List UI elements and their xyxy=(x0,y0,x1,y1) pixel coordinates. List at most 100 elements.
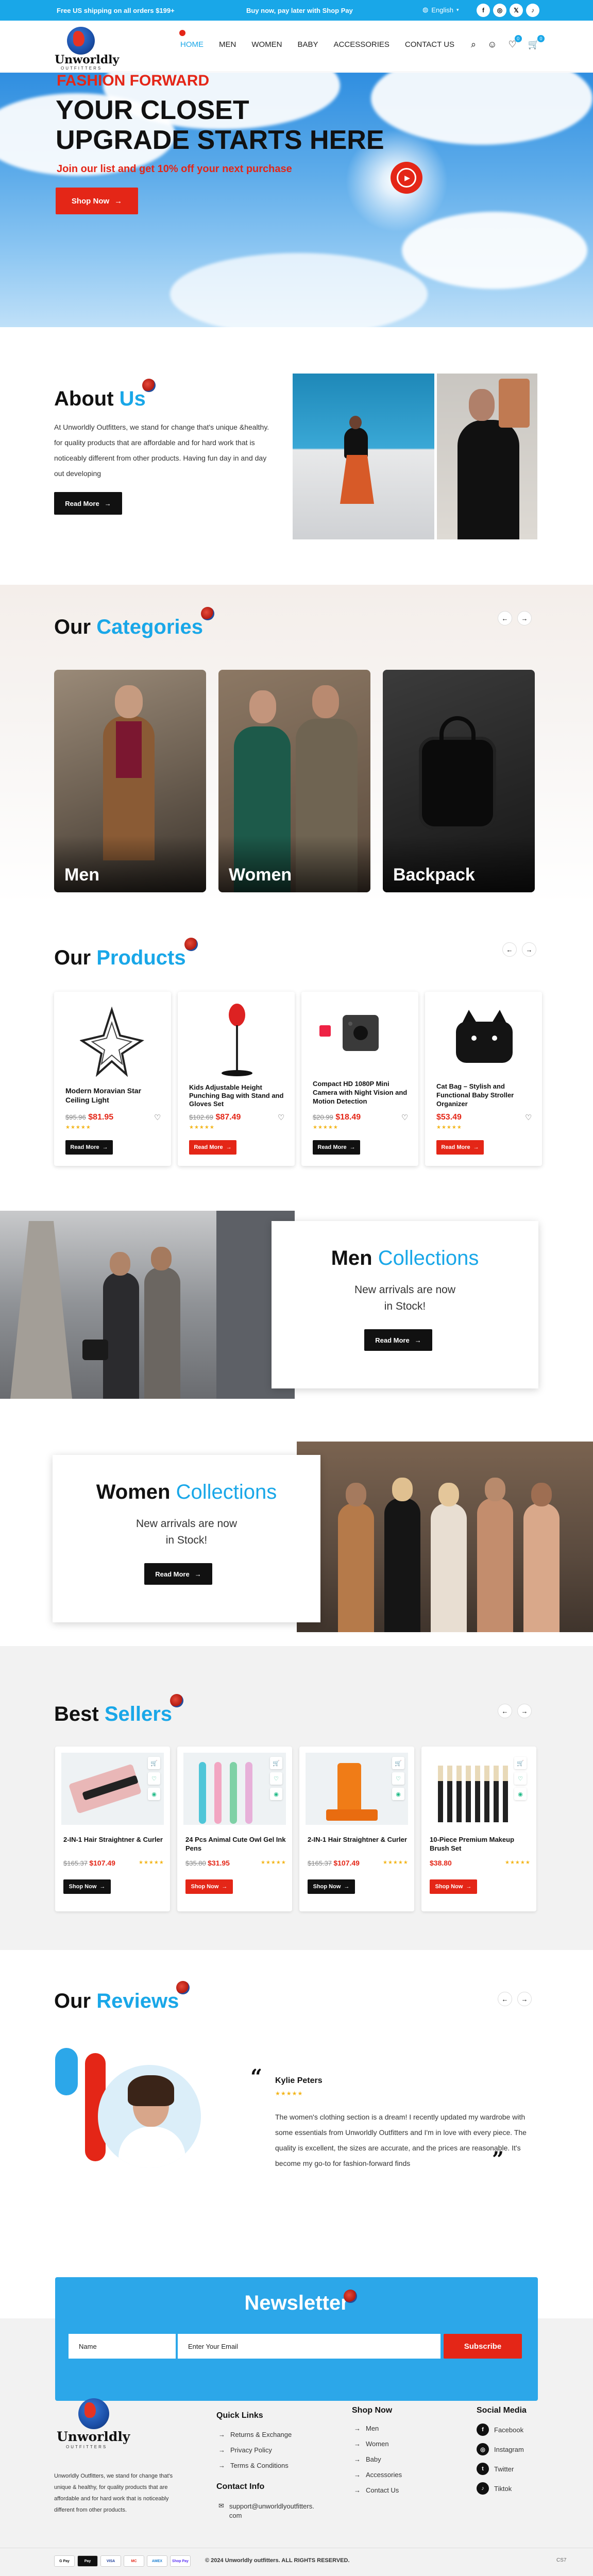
men-read-more-button[interactable]: Read More → xyxy=(364,1329,432,1351)
product-name: Modern Moravian Star Ceiling Light xyxy=(65,1087,142,1104)
language-selector[interactable]: ◍ English ▾ xyxy=(422,6,459,14)
shop-now-button[interactable]: Shop Now → xyxy=(185,1879,233,1894)
product-card[interactable]: Kids Adjustable Height Punching Bag with… xyxy=(178,992,295,1166)
eye-icon[interactable]: ◉ xyxy=(514,1788,527,1800)
women-collection-photo xyxy=(297,1442,593,1632)
nav-home[interactable]: HOME xyxy=(180,40,204,49)
footer-email-link[interactable]: ✉ support@unworldlyoutfitters.com xyxy=(218,2502,316,2520)
cart-icon[interactable]: 🛒 xyxy=(514,1757,527,1769)
categories-next-button[interactable]: → xyxy=(517,611,532,625)
wishlist-count: 0 xyxy=(514,35,522,42)
best-seller-card[interactable]: 🛒 ♡ ◉ 10-Piece Premium Makeup Brush Set … xyxy=(421,1747,536,1911)
footer-link[interactable]: → Terms & Conditions xyxy=(218,2462,289,2469)
product-card[interactable]: Cat Bag – Stylish and Functional Baby St… xyxy=(425,992,542,1166)
category-card-men[interactable]: Men xyxy=(54,670,206,892)
footer-link[interactable]: → Women xyxy=(354,2440,389,2448)
footer-link[interactable]: → Baby xyxy=(354,2455,381,2463)
heart-icon[interactable]: ♡ xyxy=(525,1113,532,1122)
women-read-more-button[interactable]: Read More → xyxy=(144,1563,212,1585)
heart-icon[interactable]: ♡ xyxy=(514,1772,527,1785)
heart-icon[interactable]: ♡ xyxy=(270,1772,282,1785)
footer-social-link[interactable]: ◎ Instagram xyxy=(477,2443,524,2455)
name-input[interactable]: Name xyxy=(69,2334,176,2359)
nav-men[interactable]: MEN xyxy=(219,40,236,49)
product-image-mini-camera xyxy=(319,1015,379,1051)
categories-prev-button[interactable]: ← xyxy=(498,611,512,625)
footer-social-link[interactable]: t Twitter xyxy=(477,2463,514,2475)
user-icon[interactable]: ☺ xyxy=(487,39,497,50)
heart-icon[interactable]: ♡ xyxy=(148,1772,160,1785)
product-card[interactable]: Modern Moravian Star Ceiling Light $95.9… xyxy=(54,992,171,1166)
nav-baby[interactable]: BABY xyxy=(298,40,318,49)
rating-stars: ★★★★★ xyxy=(313,1125,338,1130)
cart-icon[interactable]: 🛒 0 xyxy=(528,35,545,50)
reviews-next-button[interactable]: → xyxy=(517,1992,532,2006)
rating-stars: ★★★★★ xyxy=(261,1860,286,1866)
logo-name[interactable]: Unworldly xyxy=(55,53,119,66)
heart-icon[interactable]: ♡ xyxy=(401,1113,408,1122)
shop-now-button[interactable]: Shop Now → xyxy=(430,1879,477,1894)
product-card[interactable]: Compact HD 1080P Mini Camera with Night … xyxy=(301,992,418,1166)
subscribe-button[interactable]: Subscribe xyxy=(444,2334,522,2359)
about-read-more-button[interactable]: Read More → xyxy=(54,492,122,515)
best-sellers-next-button[interactable]: → xyxy=(517,1704,532,1718)
product-image-orange-jack: 🛒 ♡ ◉ xyxy=(306,1753,408,1825)
best-seller-card[interactable]: 🛒 ♡ ◉ 2-IN-1 Hair Straightner & Curler $… xyxy=(299,1747,414,1911)
category-label: Women xyxy=(229,865,292,885)
read-more-button[interactable]: Read More → xyxy=(436,1140,484,1155)
wishlist-icon[interactable]: ♡ 0 xyxy=(508,35,522,50)
read-more-button[interactable]: Read More → xyxy=(189,1140,236,1155)
cart-icon[interactable]: 🛒 xyxy=(148,1757,160,1769)
email-input[interactable]: Enter Your Email xyxy=(178,2334,440,2359)
best-seller-card[interactable]: 🛒 ♡ ◉ 2-IN-1 Hair Straightner & Curler $… xyxy=(55,1747,170,1911)
shop-now-button[interactable]: Shop Now → xyxy=(56,188,138,214)
cart-icon[interactable]: 🛒 xyxy=(392,1757,404,1769)
cart-icon[interactable]: 🛒 xyxy=(270,1757,282,1769)
play-video-button[interactable]: ▶ xyxy=(391,162,422,194)
tiktok-icon[interactable]: ♪ xyxy=(526,4,539,17)
read-more-button[interactable]: Read More → xyxy=(65,1140,113,1155)
category-card-women[interactable]: Women xyxy=(218,670,370,892)
heart-icon[interactable]: ♡ xyxy=(154,1113,161,1122)
nav-women[interactable]: WOMEN xyxy=(251,40,282,49)
globe-icon: ◍ xyxy=(422,6,429,13)
shop-now-button[interactable]: Shop Now → xyxy=(63,1879,111,1894)
shop-now-button[interactable]: Shop Now → xyxy=(308,1879,355,1894)
products-prev-button[interactable]: ← xyxy=(502,942,517,957)
review-stars: ★★★★★ xyxy=(275,2091,303,2097)
footer-social-link[interactable]: f Facebook xyxy=(477,2424,523,2436)
facebook-icon[interactable]: f xyxy=(477,4,490,17)
arrow-right-icon: → xyxy=(354,2425,361,2432)
footer-social-link[interactable]: ♪ Tiktok xyxy=(477,2482,512,2495)
x-icon[interactable]: 𝕏 xyxy=(510,4,523,17)
footer-link[interactable]: → Returns & Exchange xyxy=(218,2431,292,2438)
footer-link[interactable]: → Contact Us xyxy=(354,2486,399,2494)
nav-contact[interactable]: CONTACT US xyxy=(405,40,454,49)
men-collection-title: Men Collections xyxy=(331,1247,479,1269)
old-price: $20.99 xyxy=(313,1113,333,1121)
footer-link[interactable]: → Privacy Policy xyxy=(218,2446,272,2454)
footer-link[interactable]: → Accessories xyxy=(354,2471,402,2479)
search-icon[interactable]: ⌕ xyxy=(471,39,476,50)
footer-logo-name[interactable]: Unworldly xyxy=(57,2429,130,2444)
best-sellers-prev-button[interactable]: ← xyxy=(498,1704,512,1718)
eye-icon[interactable]: ◉ xyxy=(270,1788,282,1800)
read-more-button[interactable]: Read More → xyxy=(313,1140,360,1155)
eye-icon[interactable]: ◉ xyxy=(392,1788,404,1800)
logo-globe-icon[interactable] xyxy=(67,27,95,55)
arrow-right-icon: → xyxy=(414,1336,421,1344)
reviews-prev-button[interactable]: ← xyxy=(498,1992,512,2006)
footer-logo-globe-icon[interactable] xyxy=(78,2398,109,2429)
category-card-backpack[interactable]: Backpack xyxy=(383,670,535,892)
best-seller-card[interactable]: 🛒 ♡ ◉ 24 Pcs Animal Cute Owl Gel Ink Pen… xyxy=(177,1747,292,1911)
eye-icon[interactable]: ◉ xyxy=(148,1788,160,1800)
heart-icon[interactable]: ♡ xyxy=(392,1772,404,1785)
products-next-button[interactable]: → xyxy=(522,942,536,957)
rating-stars: ★★★★★ xyxy=(189,1125,215,1130)
heart-icon[interactable]: ♡ xyxy=(278,1113,284,1122)
nav-accessories[interactable]: ACCESSORIES xyxy=(334,40,389,49)
products-title: Our Products xyxy=(54,946,186,969)
arrow-right-icon: → xyxy=(114,196,123,206)
footer-link[interactable]: → Men xyxy=(354,2425,379,2432)
instagram-icon[interactable]: ◎ xyxy=(493,4,506,17)
